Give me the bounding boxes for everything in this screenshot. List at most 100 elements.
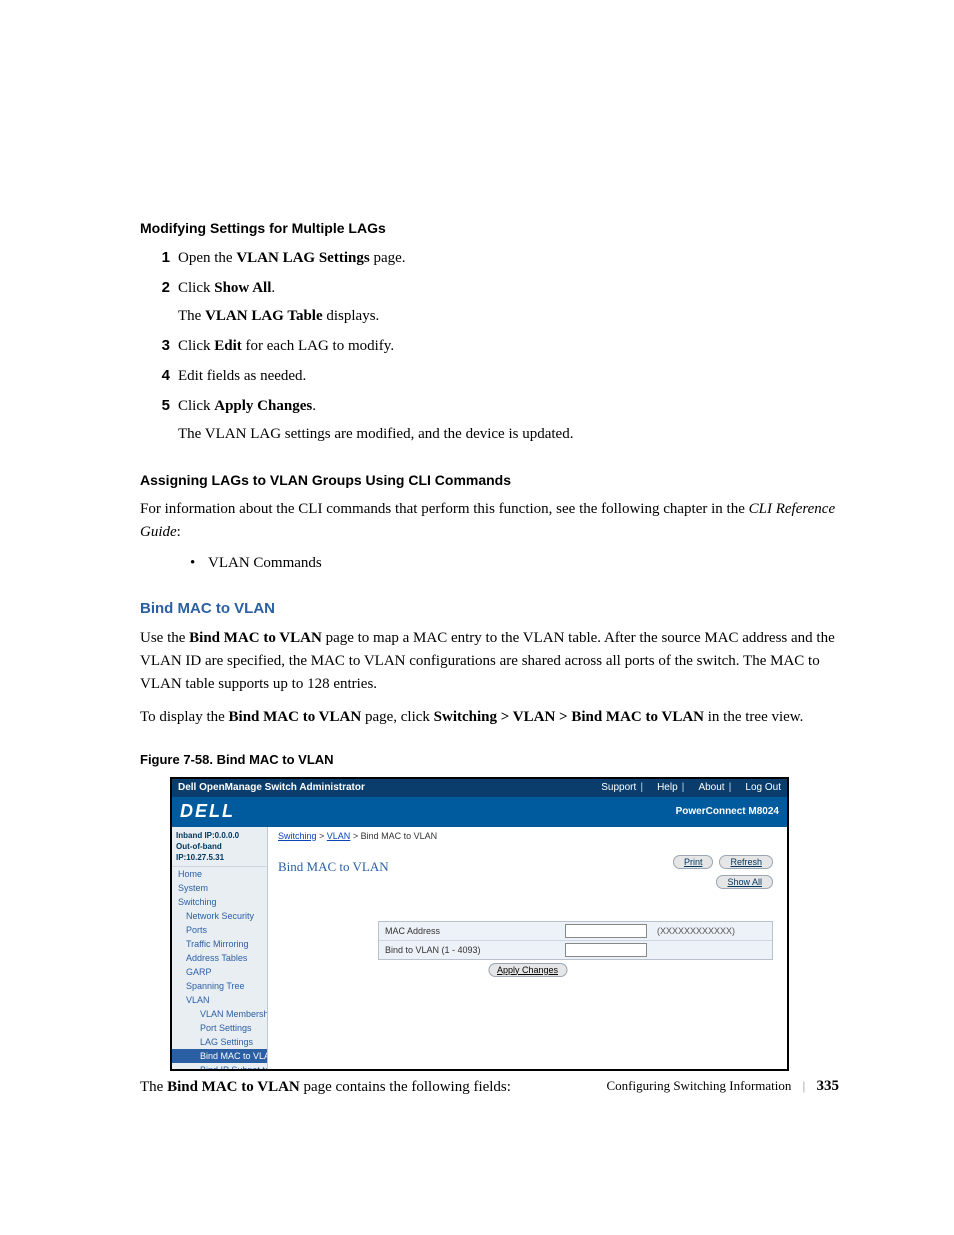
divider: |	[640, 782, 643, 793]
form-box: MAC Address (XXXXXXXXXXXX) Bind to VLAN …	[378, 921, 773, 960]
tree-item[interactable]: Bind IP Subnet to V	[172, 1063, 267, 1069]
txt-bold: VLAN LAG Table	[205, 308, 323, 324]
heading-bind-mac: Bind MAC to VLAN	[140, 600, 839, 617]
step-num: 4	[140, 364, 178, 388]
tree-item[interactable]: Home	[172, 867, 267, 881]
show-all-button[interactable]: Show All	[716, 875, 773, 889]
txt-bold: Bind MAC to VLAN	[167, 1079, 300, 1095]
page-footer: Configuring Switching Information | 335	[607, 1078, 839, 1095]
txt-bold: Edit	[214, 338, 242, 354]
tree-item[interactable]: VLAN	[172, 993, 267, 1007]
heading-cli: Assigning LAGs to VLAN Groups Using CLI …	[140, 472, 839, 488]
divider: |	[682, 782, 685, 793]
topbar-help-link[interactable]: Help	[657, 782, 678, 793]
mac-address-label: MAC Address	[379, 926, 565, 936]
txt: for each LAG to modify.	[242, 338, 394, 354]
divider: |	[729, 782, 732, 793]
divider: |	[803, 1078, 806, 1093]
heading-modify-lags: Modifying Settings for Multiple LAGs	[140, 220, 839, 236]
tree-item[interactable]: Switching	[172, 895, 267, 909]
footer-section: Configuring Switching Information	[607, 1078, 792, 1093]
bc-switching[interactable]: Switching	[278, 831, 317, 841]
refresh-button[interactable]: Refresh	[719, 855, 773, 869]
bind-vlan-input[interactable]	[565, 943, 647, 957]
txt-bold: Show All	[214, 280, 271, 296]
topbar-about-link[interactable]: About	[698, 782, 724, 793]
ip-oob: Out-of-band IP:10.27.5.31	[176, 841, 263, 863]
tree-item[interactable]: VLAN Membership	[172, 1007, 267, 1021]
tree-item[interactable]: LAG Settings	[172, 1035, 267, 1049]
txt: Click	[178, 280, 214, 296]
step-text: Click Show All. The VLAN LAG Table displ…	[178, 276, 839, 328]
breadcrumb: Switching > VLAN > Bind MAC to VLAN	[278, 831, 777, 845]
tree-item[interactable]: Port Settings	[172, 1021, 267, 1035]
dell-logo: DELL	[180, 801, 235, 822]
apply-changes-button[interactable]: Apply Changes	[488, 963, 567, 977]
txt: Click	[178, 338, 214, 354]
step-text: Click Apply Changes. The VLAN LAG settin…	[178, 394, 839, 446]
figure-caption: Figure 7-58. Bind MAC to VLAN	[140, 752, 839, 767]
txt: Edit fields as needed.	[178, 368, 306, 384]
tree-item[interactable]: Spanning Tree	[172, 979, 267, 993]
bind-p1: Use the Bind MAC to VLAN page to map a M…	[140, 627, 839, 697]
txt: .	[271, 280, 275, 296]
main-panel: Switching > VLAN > Bind MAC to VLAN Bind…	[268, 827, 787, 1069]
topbar-support-link[interactable]: Support	[601, 782, 636, 793]
txt: page, click	[361, 709, 433, 725]
tree-item[interactable]: Bind MAC to VLAN	[172, 1049, 267, 1063]
txt: For information about the CLI commands t…	[140, 501, 749, 517]
app-topbar: Dell OpenManage Switch Administrator Sup…	[172, 779, 787, 797]
txt: Click	[178, 398, 214, 414]
txt: Open the	[178, 250, 236, 266]
step-num: 2	[140, 276, 178, 328]
tree-item[interactable]: Address Tables	[172, 951, 267, 965]
ip-info: Inband IP:0.0.0.0 Out-of-band IP:10.27.5…	[172, 827, 267, 867]
txt: page.	[370, 250, 406, 266]
brand-bar: DELL PowerConnect M8024	[172, 797, 787, 827]
txt: displays.	[323, 308, 380, 324]
txt: Use the	[140, 630, 189, 646]
screenshot-bind-mac: Dell OpenManage Switch Administrator Sup…	[170, 777, 789, 1071]
txt: The	[140, 1079, 167, 1095]
txt: The	[178, 308, 205, 324]
step-text: Open the VLAN LAG Settings page.	[178, 246, 839, 270]
txt-bold: Bind MAC to VLAN	[189, 630, 322, 646]
cli-paragraph: For information about the CLI commands t…	[140, 498, 839, 545]
bullet-text: VLAN Commands	[208, 555, 322, 572]
txt: .	[312, 398, 316, 414]
tree-item[interactable]: Traffic Mirroring	[172, 937, 267, 951]
bc-vlan[interactable]: VLAN	[327, 831, 351, 841]
txt-bold: VLAN LAG Settings	[236, 250, 369, 266]
bind-p2: To display the Bind MAC to VLAN page, cl…	[140, 706, 839, 729]
step-text: Edit fields as needed.	[178, 364, 839, 388]
txt: :	[177, 524, 181, 540]
ip-inband: Inband IP:0.0.0.0	[176, 830, 263, 841]
cli-bullet: • VLAN Commands	[140, 555, 839, 572]
txt-bold: Switching > VLAN > Bind MAC to VLAN	[434, 709, 704, 725]
txt-bold: Apply Changes	[214, 398, 312, 414]
bc-current: Bind MAC to VLAN	[361, 831, 438, 841]
print-button[interactable]: Print	[673, 855, 714, 869]
tree-item[interactable]: GARP	[172, 965, 267, 979]
step-text: Click Edit for each LAG to modify.	[178, 334, 839, 358]
txt: To display the	[140, 709, 229, 725]
step-num: 5	[140, 394, 178, 446]
step-num: 1	[140, 246, 178, 270]
mac-address-input[interactable]	[565, 924, 647, 938]
product-name: PowerConnect M8024	[676, 806, 779, 817]
mac-address-hint: (XXXXXXXXXXXX)	[657, 926, 735, 936]
sidebar-tree: Inband IP:0.0.0.0 Out-of-band IP:10.27.5…	[172, 827, 268, 1069]
step-num: 3	[140, 334, 178, 358]
topbar-logout-link[interactable]: Log Out	[745, 782, 781, 793]
tree-item[interactable]: System	[172, 881, 267, 895]
txt: The VLAN LAG settings are modified, and …	[178, 422, 839, 446]
app-title: Dell OpenManage Switch Administrator	[178, 782, 591, 793]
page-number: 335	[817, 1078, 840, 1094]
steps-list: 1 Open the VLAN LAG Settings page. 2 Cli…	[140, 246, 839, 446]
bind-vlan-label: Bind to VLAN (1 - 4093)	[379, 945, 565, 955]
txt-bold: Bind MAC to VLAN	[229, 709, 362, 725]
txt: in the tree view.	[704, 709, 803, 725]
tree-item[interactable]: Network Security	[172, 909, 267, 923]
bullet-dot: •	[190, 555, 208, 572]
tree-item[interactable]: Ports	[172, 923, 267, 937]
